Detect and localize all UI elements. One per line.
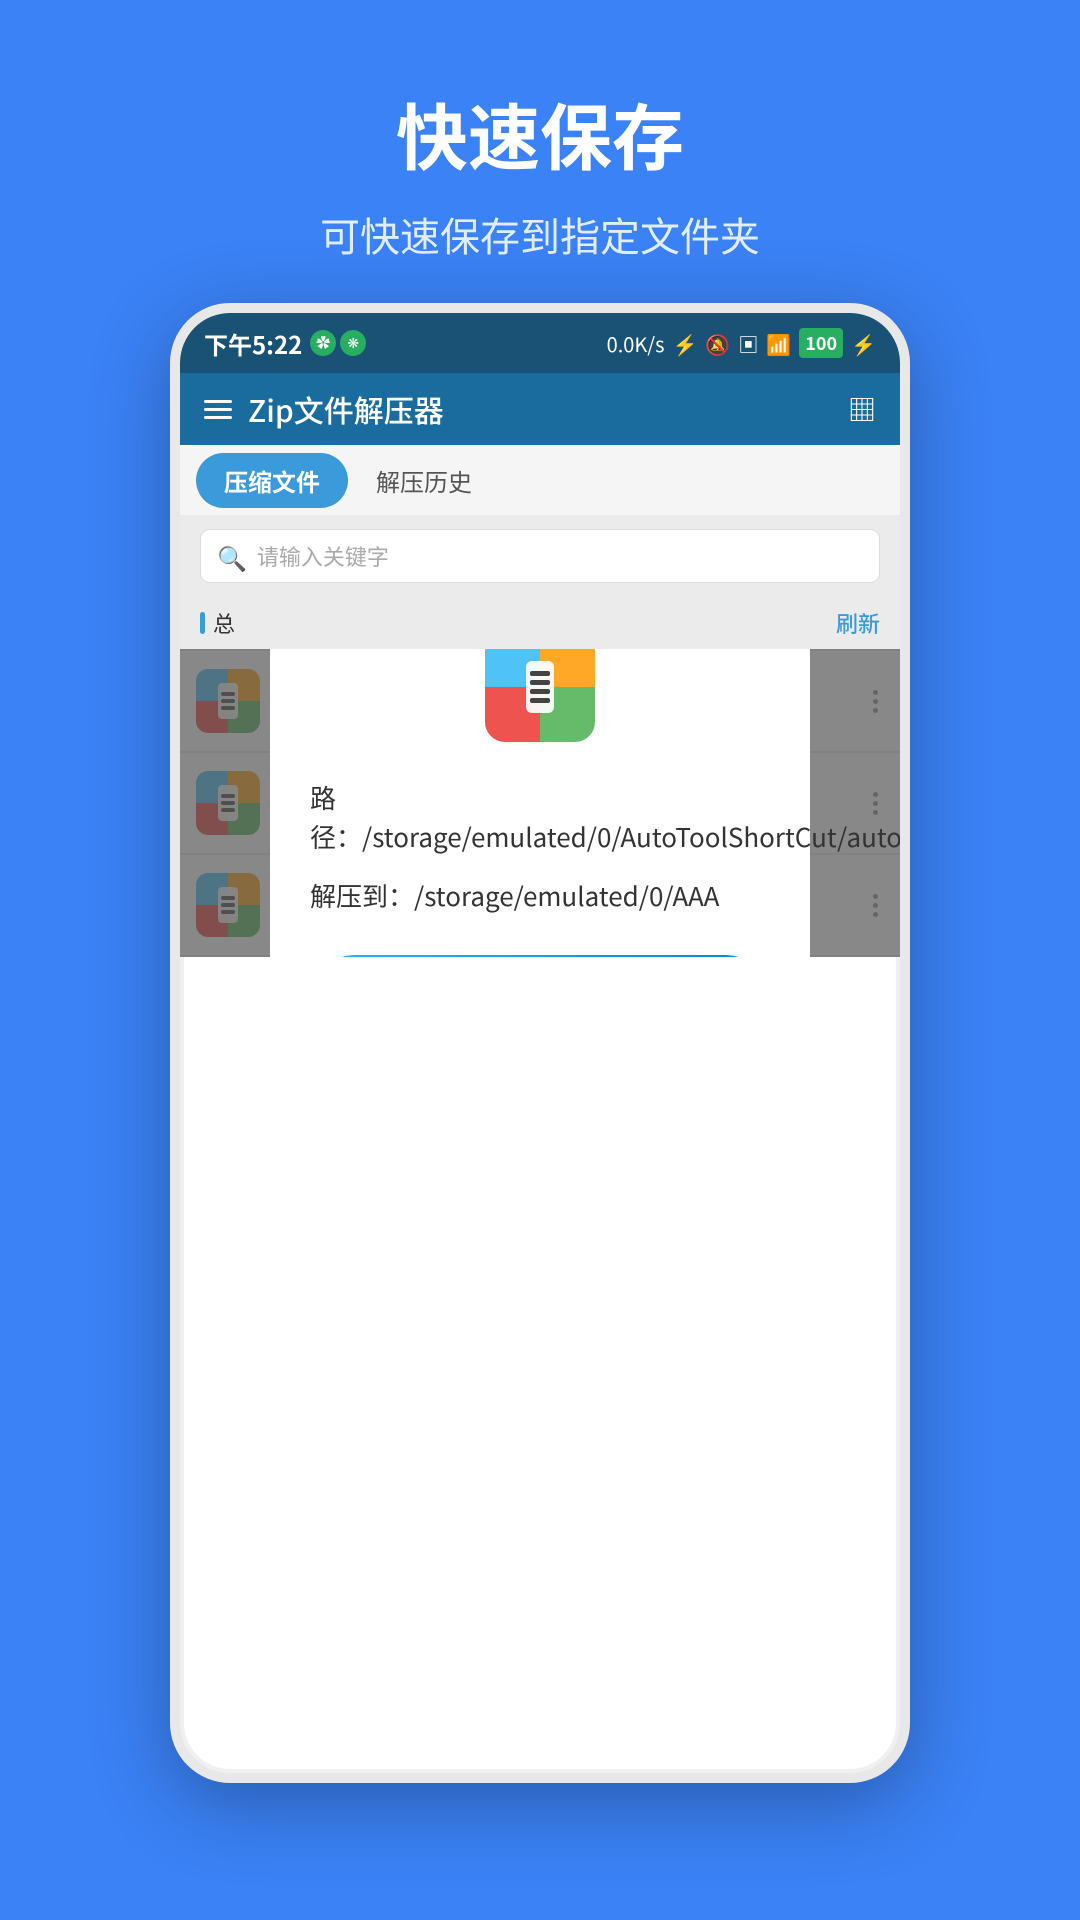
notification-icon-1: ✿ (310, 330, 336, 356)
tab-compressed-files[interactable]: 压缩文件 (196, 453, 348, 508)
blue-bar-indicator (200, 612, 205, 634)
hamburger-line-3 (204, 416, 232, 419)
battery-indicator: 100 (799, 328, 843, 358)
charge-icon: ⚡ (851, 329, 876, 358)
phone-frame: 下午5:22 ✿ ❋ 0.0K/s ⚡ 🔕 ▣ 📶 100 ⚡ Z (170, 303, 910, 1783)
wifi-icon: 📶 (766, 329, 791, 358)
hamburger-line-2 (204, 408, 232, 411)
dialog-extract-to: 解压到：/storage/emulated/0/AAA (310, 876, 770, 915)
extract-now-button[interactable]: 立即解压 (310, 955, 770, 957)
app-content: auto_tool.zip /storage/emulated/0/.com.d… (180, 649, 900, 957)
search-area: 🔍 请输入关键字 (180, 515, 900, 597)
app-bar-title: Zip文件解压器 (248, 387, 444, 431)
list-total-label: 总 (200, 607, 235, 639)
status-time: 下午5:22 (204, 326, 302, 361)
hamburger-line-1 (204, 400, 232, 403)
bluetooth-icon: ⚡ (673, 329, 698, 358)
dialog-zip-icon (485, 649, 595, 742)
search-icon: 🔍 (217, 539, 247, 574)
search-placeholder: 请输入关键字 (257, 540, 389, 572)
app-bar: Zip文件解压器 ▦ (180, 373, 900, 445)
notification-icon-2: ❋ (340, 330, 366, 356)
refresh-button[interactable]: 刷新 (836, 607, 880, 639)
app-bar-action[interactable]: ▦ (848, 389, 876, 429)
sim-icon: ▣ (738, 329, 758, 358)
page-subtitle: 可快速保存到指定文件夹 (40, 205, 1040, 263)
status-left: 下午5:22 ✿ ❋ (204, 326, 366, 361)
tab-bar: 压缩文件 解压历史 (180, 445, 900, 515)
list-header: 总 刷新 (180, 597, 900, 649)
status-bar: 下午5:22 ✿ ❋ 0.0K/s ⚡ 🔕 ▣ 📶 100 ⚡ (180, 313, 900, 373)
mute-icon: 🔕 (705, 329, 730, 358)
battery-value: 100 (805, 330, 837, 356)
dialog-file-path: 路径：/storage/emulated/0/AutoToolShortCut/… (310, 778, 770, 856)
dialog-extract-to-text: 解压到：/storage/emulated/0/AAA (310, 876, 770, 915)
extract-dialog: 解压文件 路径：/storage/emulated/0/AutoToolShor… (270, 649, 810, 957)
status-icons: ✿ ❋ (310, 330, 366, 356)
network-speed: 0.0K/s (607, 329, 665, 358)
status-right: 0.0K/s ⚡ 🔕 ▣ 📶 100 ⚡ (607, 328, 876, 358)
app-bar-left: Zip文件解压器 (204, 387, 444, 431)
dialog-path-text: 路径：/storage/emulated/0/AutoToolShortCut/… (310, 778, 770, 856)
search-input-box[interactable]: 🔍 请输入关键字 (200, 529, 880, 583)
page-title: 快速保存 (40, 80, 1040, 185)
hamburger-menu-icon[interactable] (204, 400, 232, 419)
tab-extract-history[interactable]: 解压历史 (348, 453, 500, 508)
